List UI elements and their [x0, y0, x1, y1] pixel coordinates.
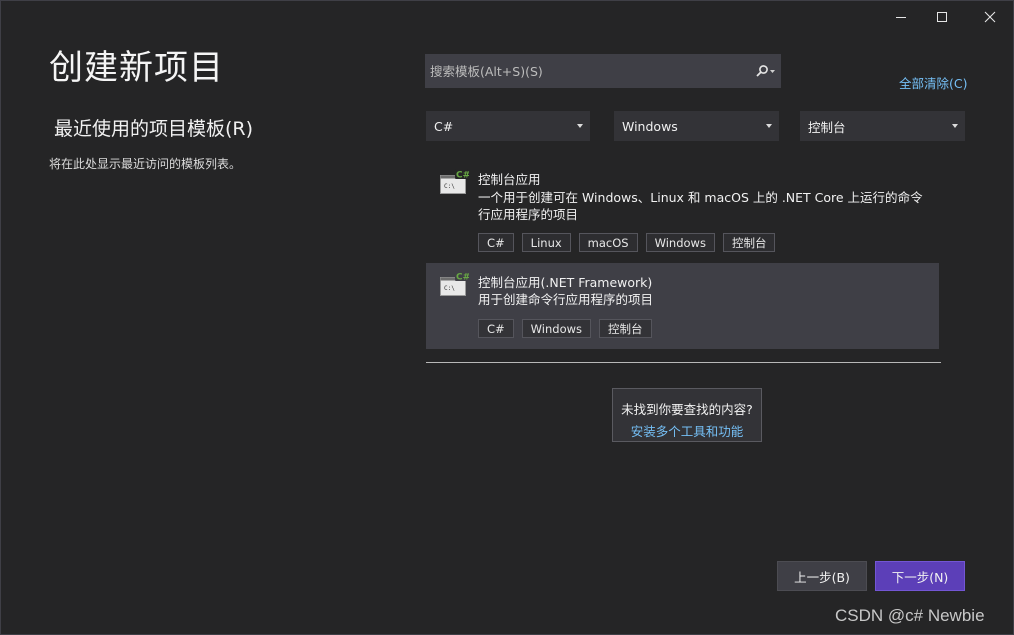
next-button[interactable]: 下一步(N) [875, 561, 965, 591]
template-tags: C# Linux macOS Windows 控制台 [478, 233, 776, 252]
tag-language: C# [478, 233, 514, 252]
project-type-filter-value: 控制台 [808, 119, 846, 135]
recent-templates-heading: 最近使用的项目模板(R) [54, 118, 254, 140]
close-button[interactable] [970, 3, 1010, 31]
tag-platform: Windows [645, 233, 715, 252]
list-divider [426, 362, 941, 363]
not-found-question: 未找到你要查找的内容? [621, 402, 753, 417]
project-type-filter-dropdown[interactable]: 控制台 [800, 111, 965, 141]
tag-language: C# [478, 319, 514, 338]
close-icon [984, 11, 996, 23]
svg-text:C:\: C:\ [444, 183, 455, 190]
tag-platform: Windows [521, 319, 592, 338]
search-box [425, 53, 781, 89]
chevron-down-icon [577, 124, 583, 128]
recent-templates-description: 将在此处显示最近访问的模板列表。 [49, 157, 242, 171]
svg-text:C:\: C:\ [444, 285, 455, 292]
template-tags: C# Windows 控制台 [478, 319, 652, 338]
console-app-icon: C:\ C# [440, 271, 469, 296]
back-button[interactable]: 上一步(B) [777, 561, 867, 591]
platform-filter-value: Windows [622, 118, 678, 134]
chevron-down-icon [766, 124, 772, 128]
clear-all-link[interactable]: 全部清除(C) [899, 73, 967, 92]
maximize-button[interactable] [922, 3, 962, 31]
svg-text:C#: C# [456, 171, 469, 181]
search-options-button[interactable] [751, 54, 781, 88]
template-item-console-app[interactable]: C:\ C# 控制台应用 一个用于创建可在 Windows、Linux 和 ma… [426, 161, 939, 259]
tag-project-type: 控制台 [599, 319, 652, 338]
template-name: 控制台应用(.NET Framework) [478, 275, 653, 290]
minimize-button[interactable] [881, 3, 921, 31]
template-item-console-app-net-framework[interactable]: C:\ C# 控制台应用(.NET Framework) 用于创建命令行应用程序… [426, 263, 939, 349]
template-description: 一个用于创建可在 Windows、Linux 和 macOS 上的 .NET C… [478, 190, 923, 222]
language-filter-value: C# [434, 118, 454, 134]
chevron-down-icon [952, 124, 958, 128]
svg-text:C#: C# [456, 273, 469, 283]
console-app-icon: C:\ C# [440, 169, 469, 194]
watermark: CSDN @c# Newbie [835, 606, 985, 625]
tag-project-type: 控制台 [722, 233, 776, 252]
search-input[interactable] [425, 53, 751, 89]
tag-platform: macOS [578, 233, 638, 252]
maximize-icon [937, 12, 947, 22]
template-name: 控制台应用 [478, 172, 541, 187]
install-tools-link[interactable]: 安装多个工具和功能 [613, 421, 761, 440]
search-icon [756, 65, 775, 77]
minimize-icon [896, 17, 906, 18]
language-filter-dropdown[interactable]: C# [426, 111, 590, 141]
page-title: 创建新项目 [49, 48, 224, 88]
platform-filter-dropdown[interactable]: Windows [614, 111, 779, 141]
not-found-box: 未找到你要查找的内容? 安装多个工具和功能 [612, 388, 762, 442]
tag-platform: Linux [521, 233, 571, 252]
template-description: 用于创建命令行应用程序的项目 [478, 292, 654, 307]
